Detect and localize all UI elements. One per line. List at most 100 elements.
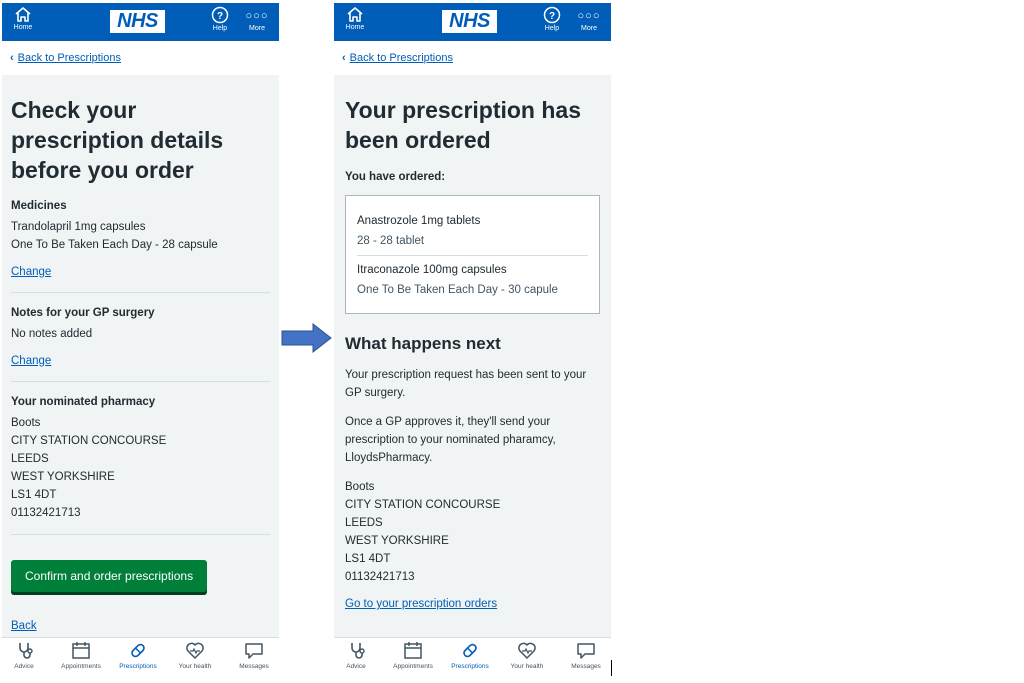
- app-header: Home NHS ? Help ○○○ More: [2, 3, 279, 41]
- nav-your-health-label: Your health: [510, 663, 544, 670]
- stethoscope-icon: [19, 643, 33, 659]
- next-steps-heading: What happens next: [345, 334, 501, 353]
- more-button[interactable]: ○○○ More: [242, 6, 272, 32]
- change-notes-link[interactable]: Change: [11, 355, 51, 367]
- chevron-left-icon: ‹: [342, 52, 346, 64]
- pharmacy-heading: Your nominated pharmacy: [11, 396, 156, 408]
- page-title: Your prescription has been ordered: [345, 97, 582, 153]
- bottom-navigation: Advice Appointments Prescriptions Your h…: [2, 637, 279, 679]
- item-name: Anastrozole 1mg tablets: [357, 215, 481, 227]
- calendar-icon: [404, 642, 422, 659]
- next-steps-paragraph: Once a GP approves it, they'll send your…: [345, 416, 556, 464]
- notes-heading: Notes for your GP surgery: [11, 307, 155, 319]
- divider: [11, 292, 270, 293]
- heart-icon: [518, 642, 536, 660]
- home-label: Home: [345, 24, 365, 31]
- nav-advice[interactable]: Advice: [334, 641, 381, 670]
- app-header: Home NHS ? Help ○○○ More: [334, 3, 611, 41]
- back-link[interactable]: Back: [11, 620, 37, 632]
- nhs-logo: NHS: [110, 10, 165, 33]
- more-button[interactable]: ○○○ More: [574, 6, 604, 32]
- screen-prescription-ordered: Home NHS ? Help ○○○ More ‹ Back to Prescr…: [334, 3, 611, 679]
- ordered-items-card: Anastrozole 1mg tablets 28 - 28 tablet I…: [345, 195, 600, 314]
- prescription-orders-link[interactable]: Go to your prescription orders: [345, 598, 497, 610]
- nav-your-health[interactable]: Your health: [170, 641, 220, 670]
- chevron-left-icon: ‹: [10, 52, 14, 64]
- item-name: Itraconazole 100mg capsules: [357, 264, 507, 276]
- home-icon: [347, 7, 363, 22]
- divider: [11, 534, 270, 535]
- nav-messages[interactable]: Messages: [561, 641, 611, 670]
- pharmacy-address: Boots CITY STATION CONCOURSE LEEDS WEST …: [345, 478, 600, 586]
- page-title: Check your prescription details before y…: [11, 97, 224, 183]
- more-label: More: [581, 25, 597, 32]
- arrow-right-icon: [281, 323, 332, 353]
- stethoscope-icon: [351, 643, 365, 659]
- address-line: LEEDS: [345, 517, 383, 529]
- nav-appointments[interactable]: Appointments: [388, 641, 438, 670]
- confirm-order-button[interactable]: Confirm and order prescriptions: [11, 560, 208, 592]
- medicine-dosage: One To Be Taken Each Day - 28 capsule: [11, 239, 218, 251]
- address-line: CITY STATION CONCOURSE: [345, 499, 501, 511]
- home-label: Home: [13, 24, 33, 31]
- address-line: WEST YORKSHIRE: [345, 535, 449, 547]
- pharmacy-phone: 01132421713: [345, 571, 415, 583]
- address-line: Boots: [345, 481, 375, 493]
- change-medicines-link[interactable]: Change: [11, 266, 51, 278]
- more-icon: ○○○: [245, 10, 269, 22]
- svg-text:?: ?: [217, 11, 223, 22]
- medicine-name: Trandolapril 1mg capsules: [11, 221, 146, 233]
- back-link-label: Back to Prescriptions: [349, 52, 453, 64]
- nav-advice-label: Advice: [346, 663, 366, 670]
- nav-prescriptions[interactable]: Prescriptions: [113, 641, 163, 670]
- nav-prescriptions-label: Prescriptions: [119, 663, 157, 670]
- divider: [11, 381, 270, 382]
- home-icon: [15, 7, 31, 22]
- nav-advice-label: Advice: [14, 663, 34, 670]
- medicines-heading: Medicines: [11, 200, 67, 212]
- calendar-icon: [72, 642, 90, 659]
- help-label: Help: [212, 25, 228, 32]
- home-button[interactable]: Home: [340, 6, 370, 31]
- address-line: CITY STATION CONCOURSE: [11, 435, 167, 447]
- address-line: LEEDS: [11, 453, 49, 465]
- nav-appointments[interactable]: Appointments: [56, 641, 106, 670]
- pharmacy-phone: 01132421713: [11, 507, 81, 519]
- help-button[interactable]: ? Help: [208, 6, 232, 32]
- main-content: Check your prescription details before y…: [2, 75, 279, 637]
- back-link-label: Back to Prescriptions: [17, 52, 121, 64]
- nav-prescriptions[interactable]: Prescriptions: [445, 641, 495, 670]
- nhs-logo: NHS: [442, 10, 497, 33]
- nav-your-health[interactable]: Your health: [502, 641, 552, 670]
- nav-messages-label: Messages: [571, 663, 601, 670]
- nav-appointments-label: Appointments: [393, 663, 433, 670]
- main-content: Your prescription has been ordered You h…: [334, 75, 611, 637]
- heart-icon: [186, 642, 204, 660]
- svg-text:?: ?: [549, 11, 555, 22]
- more-icon: ○○○: [577, 10, 601, 22]
- ordered-item: Itraconazole 100mg capsules One To Be Ta…: [357, 256, 588, 313]
- nav-appointments-label: Appointments: [61, 663, 101, 670]
- item-detail: One To Be Taken Each Day - 30 capule: [357, 284, 558, 296]
- ordered-heading: You have ordered:: [345, 171, 446, 183]
- address-line: LS1 4DT: [345, 553, 391, 565]
- help-button[interactable]: ? Help: [540, 6, 564, 32]
- nav-messages-label: Messages: [239, 663, 269, 670]
- back-to-prescriptions-link[interactable]: ‹ Back to Prescriptions: [10, 52, 121, 64]
- item-detail: 28 - 28 tablet: [357, 235, 425, 247]
- pill-icon: [131, 643, 145, 658]
- back-bar: ‹ Back to Prescriptions: [2, 41, 279, 75]
- nav-advice[interactable]: Advice: [2, 641, 49, 670]
- nav-messages[interactable]: Messages: [229, 641, 279, 670]
- message-icon: [577, 643, 595, 659]
- back-bar: ‹ Back to Prescriptions: [334, 41, 611, 75]
- back-to-prescriptions-link[interactable]: ‹ Back to Prescriptions: [342, 52, 453, 64]
- message-icon: [245, 643, 263, 659]
- notes-value: No notes added: [11, 328, 93, 340]
- home-button[interactable]: Home: [8, 6, 38, 31]
- text-cursor: [611, 660, 612, 676]
- pharmacy-address: Boots CITY STATION CONCOURSE LEEDS WEST …: [11, 414, 270, 522]
- help-label: Help: [544, 25, 560, 32]
- help-icon: ?: [543, 6, 561, 24]
- help-icon: ?: [211, 6, 229, 24]
